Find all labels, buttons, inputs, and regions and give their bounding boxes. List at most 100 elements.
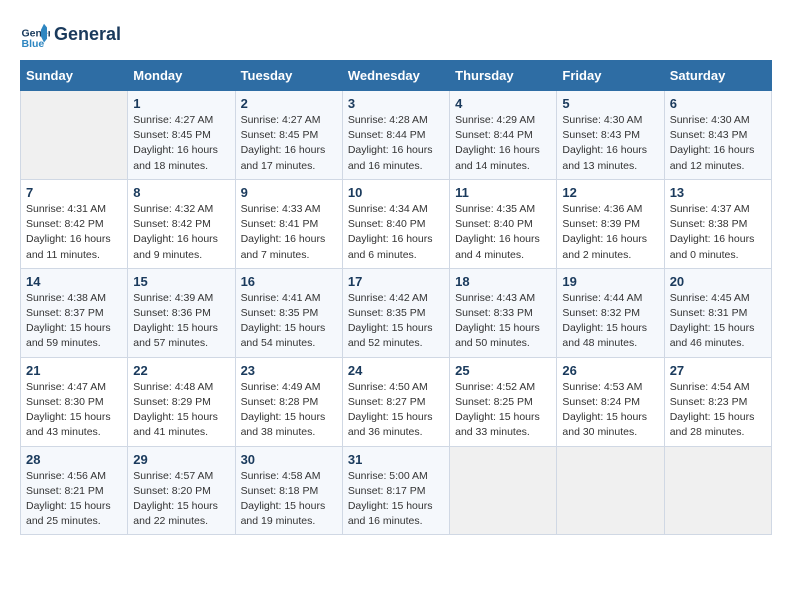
day-number: 23 [241, 363, 337, 378]
day-info: Sunrise: 4:56 AM Sunset: 8:21 PM Dayligh… [26, 469, 122, 530]
day-info: Sunrise: 4:50 AM Sunset: 8:27 PM Dayligh… [348, 380, 444, 441]
svg-text:Blue: Blue [22, 38, 45, 50]
calendar-cell: 29 Sunrise: 4:57 AM Sunset: 8:20 PM Dayli… [128, 446, 235, 535]
day-number: 20 [670, 274, 766, 289]
day-number: 10 [348, 185, 444, 200]
day-info: Sunrise: 4:44 AM Sunset: 8:32 PM Dayligh… [562, 291, 658, 352]
day-number: 2 [241, 96, 337, 111]
calendar-cell [557, 446, 664, 535]
day-info: Sunrise: 4:34 AM Sunset: 8:40 PM Dayligh… [348, 202, 444, 263]
calendar-cell: 30 Sunrise: 4:58 AM Sunset: 8:18 PM Dayli… [235, 446, 342, 535]
calendar-cell: 31 Sunrise: 5:00 AM Sunset: 8:17 PM Dayli… [342, 446, 449, 535]
day-number: 5 [562, 96, 658, 111]
day-info: Sunrise: 4:33 AM Sunset: 8:41 PM Dayligh… [241, 202, 337, 263]
day-number: 4 [455, 96, 551, 111]
calendar-cell: 9 Sunrise: 4:33 AM Sunset: 8:41 PM Daylig… [235, 179, 342, 268]
day-info: Sunrise: 4:43 AM Sunset: 8:33 PM Dayligh… [455, 291, 551, 352]
day-info: Sunrise: 4:48 AM Sunset: 8:29 PM Dayligh… [133, 380, 229, 441]
header-row: SundayMondayTuesdayWednesdayThursdayFrid… [21, 61, 772, 91]
day-info: Sunrise: 4:41 AM Sunset: 8:35 PM Dayligh… [241, 291, 337, 352]
calendar-cell: 10 Sunrise: 4:34 AM Sunset: 8:40 PM Dayli… [342, 179, 449, 268]
calendar-cell: 15 Sunrise: 4:39 AM Sunset: 8:36 PM Dayli… [128, 268, 235, 357]
calendar-cell: 20 Sunrise: 4:45 AM Sunset: 8:31 PM Dayli… [664, 268, 771, 357]
calendar-cell: 3 Sunrise: 4:28 AM Sunset: 8:44 PM Daylig… [342, 91, 449, 180]
calendar-cell: 11 Sunrise: 4:35 AM Sunset: 8:40 PM Dayli… [450, 179, 557, 268]
calendar-cell: 8Sunrise: 4:32 AM Sunset: 8:42 PM Daylig… [128, 179, 235, 268]
day-number: 18 [455, 274, 551, 289]
day-number: 3 [348, 96, 444, 111]
day-number: 9 [241, 185, 337, 200]
day-info: Sunrise: 5:00 AM Sunset: 8:17 PM Dayligh… [348, 469, 444, 530]
day-info: Sunrise: 4:54 AM Sunset: 8:23 PM Dayligh… [670, 380, 766, 441]
logo-text-general: General [54, 25, 121, 45]
calendar-cell [21, 91, 128, 180]
header-cell-friday: Friday [557, 61, 664, 91]
calendar-cell: 2 Sunrise: 4:27 AM Sunset: 8:45 PM Daylig… [235, 91, 342, 180]
day-number: 19 [562, 274, 658, 289]
day-number: 15 [133, 274, 229, 289]
day-info: Sunrise: 4:37 AM Sunset: 8:38 PM Dayligh… [670, 202, 766, 263]
calendar-cell: 6 Sunrise: 4:30 AM Sunset: 8:43 PM Daylig… [664, 91, 771, 180]
day-info: Sunrise: 4:27 AM Sunset: 8:45 PM Dayligh… [241, 113, 337, 174]
day-info: Sunrise: 4:31 AM Sunset: 8:42 PM Dayligh… [26, 202, 122, 263]
day-number: 29 [133, 452, 229, 467]
day-number: 6 [670, 96, 766, 111]
day-number: 11 [455, 185, 551, 200]
day-info: Sunrise: 4:58 AM Sunset: 8:18 PM Dayligh… [241, 469, 337, 530]
day-info: Sunrise: 4:38 AM Sunset: 8:37 PM Dayligh… [26, 291, 122, 352]
calendar-cell: 13 Sunrise: 4:37 AM Sunset: 8:38 PM Dayli… [664, 179, 771, 268]
day-number: 27 [670, 363, 766, 378]
day-info: Sunrise: 4:36 AM Sunset: 8:39 PM Dayligh… [562, 202, 658, 263]
day-number: 22 [133, 363, 229, 378]
calendar-cell: 26 Sunrise: 4:53 AM Sunset: 8:24 PM Dayli… [557, 357, 664, 446]
calendar-cell: 4 Sunrise: 4:29 AM Sunset: 8:44 PM Daylig… [450, 91, 557, 180]
day-number: 14 [26, 274, 122, 289]
page-header: General Blue General [20, 20, 772, 50]
calendar-cell: 7 Sunrise: 4:31 AM Sunset: 8:42 PM Daylig… [21, 179, 128, 268]
day-number: 21 [26, 363, 122, 378]
day-info: Sunrise: 4:45 AM Sunset: 8:31 PM Dayligh… [670, 291, 766, 352]
day-number: 1 [133, 96, 229, 111]
calendar-cell: 19 Sunrise: 4:44 AM Sunset: 8:32 PM Dayli… [557, 268, 664, 357]
day-info: Sunrise: 4:27 AM Sunset: 8:45 PM Dayligh… [133, 113, 229, 174]
calendar-cell [664, 446, 771, 535]
header-cell-saturday: Saturday [664, 61, 771, 91]
calendar-cell: 22 Sunrise: 4:48 AM Sunset: 8:29 PM Dayli… [128, 357, 235, 446]
week-row-2: 14 Sunrise: 4:38 AM Sunset: 8:37 PM Dayli… [21, 268, 772, 357]
calendar-cell: 27 Sunrise: 4:54 AM Sunset: 8:23 PM Dayli… [664, 357, 771, 446]
calendar-table: SundayMondayTuesdayWednesdayThursdayFrid… [20, 60, 772, 535]
day-number: 30 [241, 452, 337, 467]
calendar-cell: 17 Sunrise: 4:42 AM Sunset: 8:35 PM Dayli… [342, 268, 449, 357]
day-info: Sunrise: 4:39 AM Sunset: 8:36 PM Dayligh… [133, 291, 229, 352]
day-info: Sunrise: 4:42 AM Sunset: 8:35 PM Dayligh… [348, 291, 444, 352]
day-info: Sunrise: 4:49 AM Sunset: 8:28 PM Dayligh… [241, 380, 337, 441]
header-cell-sunday: Sunday [21, 61, 128, 91]
calendar-cell: 1 Sunrise: 4:27 AM Sunset: 8:45 PM Daylig… [128, 91, 235, 180]
day-number: 24 [348, 363, 444, 378]
day-number: 17 [348, 274, 444, 289]
day-info: Sunrise: 4:47 AM Sunset: 8:30 PM Dayligh… [26, 380, 122, 441]
day-number: 28 [26, 452, 122, 467]
day-number: 7 [26, 185, 122, 200]
header-cell-thursday: Thursday [450, 61, 557, 91]
day-info: Sunrise: 4:35 AM Sunset: 8:40 PM Dayligh… [455, 202, 551, 263]
day-number: 26 [562, 363, 658, 378]
calendar-cell: 25Sunrise: 4:52 AM Sunset: 8:25 PM Dayli… [450, 357, 557, 446]
day-number: 12 [562, 185, 658, 200]
week-row-3: 21 Sunrise: 4:47 AM Sunset: 8:30 PM Dayli… [21, 357, 772, 446]
day-info: Sunrise: 4:29 AM Sunset: 8:44 PM Dayligh… [455, 113, 551, 174]
day-info: Sunrise: 4:57 AM Sunset: 8:20 PM Dayligh… [133, 469, 229, 530]
header-cell-monday: Monday [128, 61, 235, 91]
day-info: Sunrise: 4:28 AM Sunset: 8:44 PM Dayligh… [348, 113, 444, 174]
day-number: 13 [670, 185, 766, 200]
day-info: Sunrise: 4:53 AM Sunset: 8:24 PM Dayligh… [562, 380, 658, 441]
header-cell-tuesday: Tuesday [235, 61, 342, 91]
day-info: Sunrise: 4:30 AM Sunset: 8:43 PM Dayligh… [670, 113, 766, 174]
header-cell-wednesday: Wednesday [342, 61, 449, 91]
day-number: 31 [348, 452, 444, 467]
logo: General Blue General [20, 20, 121, 50]
logo-icon: General Blue [20, 20, 50, 50]
day-number: 16 [241, 274, 337, 289]
calendar-cell: 16 Sunrise: 4:41 AM Sunset: 8:35 PM Dayli… [235, 268, 342, 357]
calendar-cell: 24 Sunrise: 4:50 AM Sunset: 8:27 PM Dayli… [342, 357, 449, 446]
